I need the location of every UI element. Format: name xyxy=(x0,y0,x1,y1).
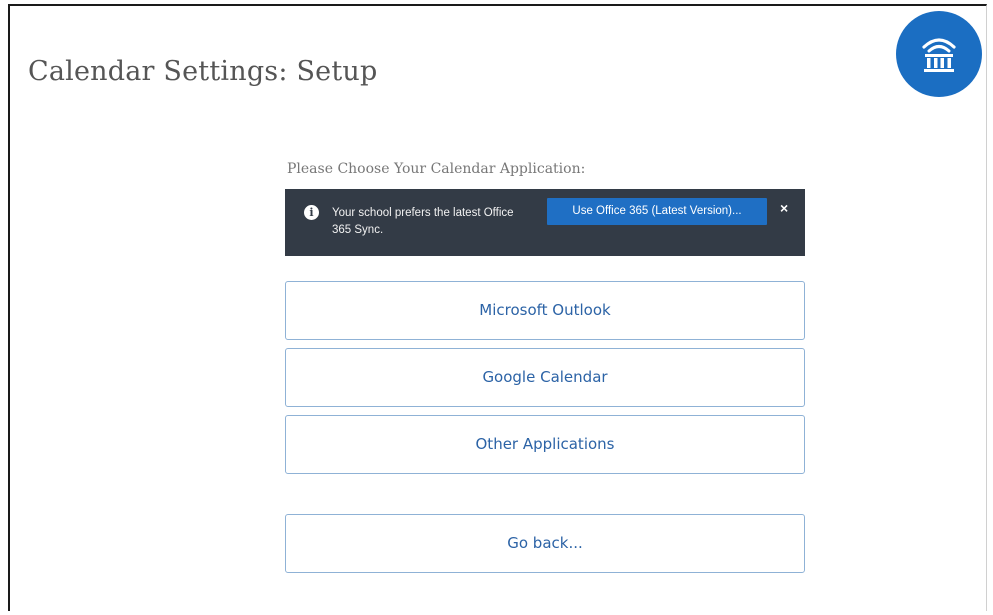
choose-prompt: Please Choose Your Calendar Application: xyxy=(287,161,586,177)
google-calendar-button[interactable]: Google Calendar xyxy=(285,348,805,407)
alert-message: Your school prefers the latest Office 36… xyxy=(332,207,514,236)
close-icon[interactable]: × xyxy=(780,200,788,216)
institution-icon xyxy=(922,38,956,72)
other-applications-button[interactable]: Other Applications xyxy=(285,415,805,474)
info-icon: i xyxy=(304,205,319,220)
use-office365-button[interactable]: Use Office 365 (Latest Version)... xyxy=(547,198,767,225)
page-title: Calendar Settings: Setup xyxy=(28,56,378,87)
window-frame: Calendar Settings: Setup Please Choose Y… xyxy=(8,4,987,611)
institution-logo xyxy=(896,11,982,97)
calendar-chooser: Please Choose Your Calendar Application:… xyxy=(285,161,805,573)
go-back-button[interactable]: Go back... xyxy=(285,514,805,573)
office365-alert: i Your school prefers the latest Office … xyxy=(285,189,805,256)
microsoft-outlook-button[interactable]: Microsoft Outlook xyxy=(285,281,805,340)
